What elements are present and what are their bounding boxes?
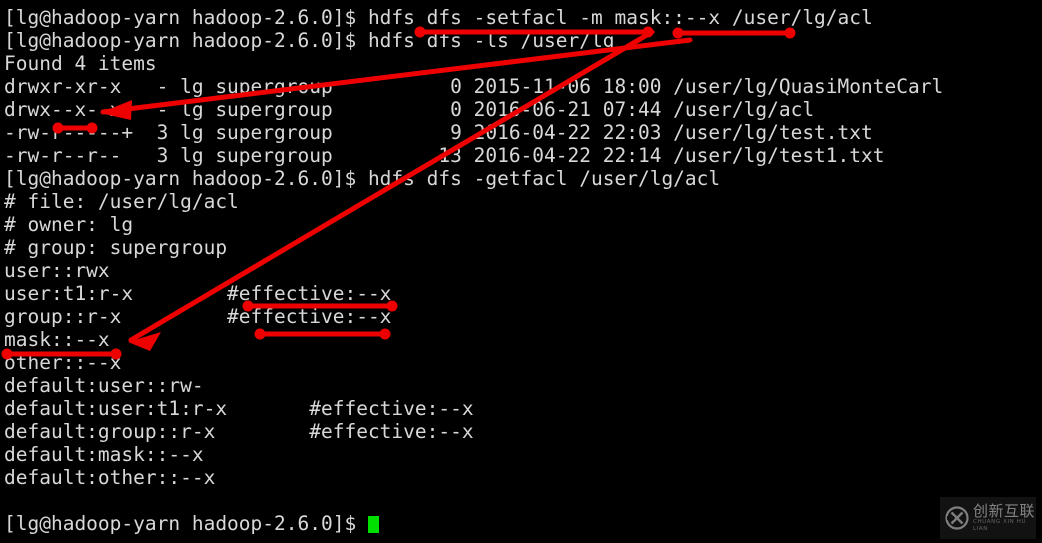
watermark-logo-icon [945,506,969,530]
terminal-line: default:user:t1:r-x #effective:--x [4,397,474,420]
terminal-line: user:t1:r-x #effective:--x [4,282,392,305]
terminal-line: Found 4 items [4,52,157,75]
terminal-line: drwx--x--x+ - lg supergroup 0 2016-06-21… [4,98,815,121]
terminal-line: mask::--x [4,328,110,351]
terminal-line: -rw-r-----+ 3 lg supergroup 9 2016-04-22… [4,121,873,144]
terminal-line: # owner: lg [4,213,134,236]
terminal-line: user::rwx [4,259,110,282]
terminal-line: drwxr-xr-x - lg supergroup 0 2015-11-06 … [4,75,944,98]
terminal-line: group::r-x #effective:--x [4,305,392,328]
terminal-line: # file: /user/lg/acl [4,190,239,213]
terminal-prompt-line[interactable]: [lg@hadoop-yarn hadoop-2.6.0]$ [4,512,1042,535]
terminal-line: # group: supergroup [4,236,228,259]
terminal-line: [lg@hadoop-yarn hadoop-2.6.0]$ hdfs dfs … [4,167,721,190]
terminal-output[interactable]: [lg@hadoop-yarn hadoop-2.6.0]$ hdfs dfs … [0,0,1042,543]
terminal-line: [lg@hadoop-yarn hadoop-2.6.0]$ hdfs dfs … [4,29,615,52]
terminal-screen[interactable]: [lg@hadoop-yarn hadoop-2.6.0]$ hdfs dfs … [0,0,1042,543]
shell-prompt: [lg@hadoop-yarn hadoop-2.6.0]$ [4,512,368,535]
watermark-pinyin-text: CHUANG XIN HU LIAN [973,519,1027,532]
terminal-line: [lg@hadoop-yarn hadoop-2.6.0]$ hdfs dfs … [4,6,873,29]
terminal-line: default:other::--x [4,466,216,489]
terminal-line: default:mask::--x [4,443,204,466]
watermark: 创新互联 CHUANG XIN HU LIAN [940,497,1036,539]
terminal-line: other::--x [4,351,122,374]
terminal-line: default:group::r-x #effective:--x [4,420,474,443]
terminal-line: -rw-r--r-- 3 lg supergroup 13 2016-04-22… [4,144,885,167]
text-cursor [367,516,379,533]
watermark-chinese-text: 创新互联 [973,502,1036,520]
terminal-line: default:user::rw- [4,374,204,397]
